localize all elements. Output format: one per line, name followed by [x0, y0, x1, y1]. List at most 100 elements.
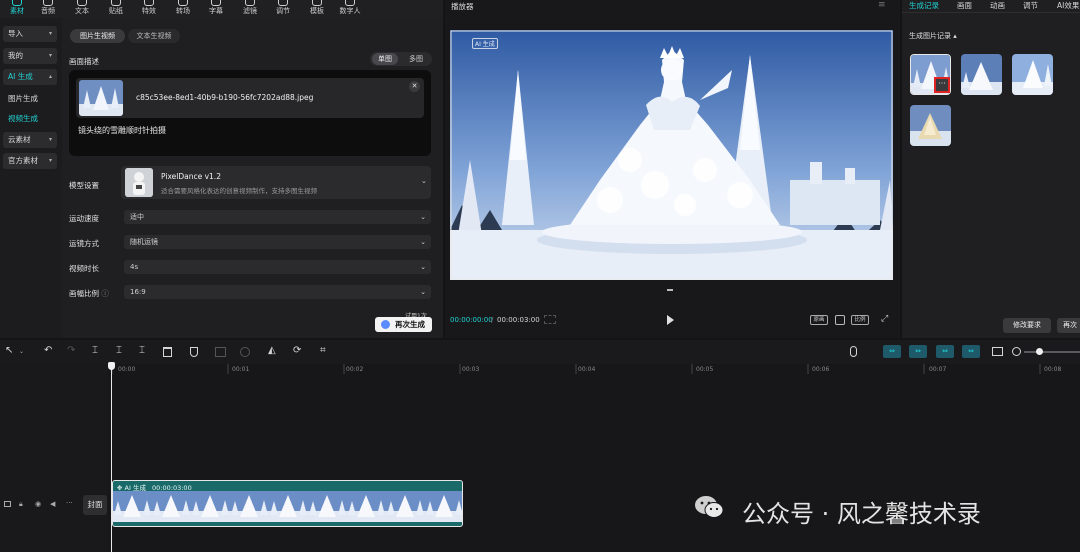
ratio-select[interactable]: 16:9 ⌄ [124, 285, 431, 299]
info-icon: ⓘ [101, 289, 109, 298]
tab-audio[interactable]: 音频 [31, 0, 65, 18]
speed-select[interactable]: 适中 ⌄ [124, 210, 431, 224]
eye-icon[interactable]: ◉ [35, 500, 41, 508]
nav-image-generate[interactable]: 图片生成 [3, 91, 57, 107]
video-generator-panel: 图片生视频 文本生视频 画面描述 单图 多图 c85c53ee-8ed1-40b… [62, 18, 443, 338]
preview-axis-icon[interactable]: ⇔ [962, 345, 980, 358]
tab-template[interactable]: 模板 [300, 0, 334, 18]
camera-select[interactable]: 随机运镜 ⌄ [124, 235, 431, 249]
ai-spark-icon [381, 320, 390, 329]
ruler-ticks [112, 364, 1041, 374]
timecode-grid-icon[interactable] [544, 315, 556, 324]
more-icon[interactable]: ··· [66, 499, 73, 507]
delete-icon[interactable] [163, 347, 172, 357]
model-select[interactable]: PixelDance v1.2 适合需要风格化表达的创意视频制作，支持多图生视频… [121, 166, 431, 199]
tab-filter[interactable]: 滤镜 [233, 0, 267, 18]
chevron-down-icon: ▾ [48, 30, 52, 37]
main-track-magnet-icon[interactable]: ⇔ [883, 345, 901, 358]
tab-ai-effects[interactable]: AI效果 [1057, 0, 1079, 11]
tab-text-to-video[interactable]: 文本生视频 [128, 29, 180, 43]
scrub-handle[interactable] [667, 289, 673, 291]
tab-effects[interactable]: 特效 [132, 0, 166, 18]
single-image-toggle[interactable]: 单图 [372, 53, 398, 65]
video-clip[interactable]: ✥ AI 生成 00:00:03:00 [112, 480, 463, 527]
time-ruler[interactable]: 00:00 00:01 00:02 00:03 00:04 00:05 00:0… [112, 364, 1080, 376]
chevron-down-icon[interactable]: ⌄ [19, 348, 24, 355]
redo-icon[interactable]: ↷ [67, 345, 75, 356]
nav-mine[interactable]: 我的 ▾ [3, 48, 57, 64]
play-icon[interactable] [667, 315, 674, 325]
tab-subtitle[interactable]: 字幕 [199, 0, 233, 18]
chevron-down-icon: ⌄ [421, 177, 427, 185]
microphone-icon[interactable] [850, 346, 857, 357]
nav-cloud-media[interactable]: 云素材 ▾ [3, 132, 57, 148]
nav-ai-generate[interactable]: AI 生成 ▴ [3, 69, 57, 85]
screenshot-icon[interactable] [835, 315, 845, 325]
track-header-column [0, 364, 108, 552]
reverse-icon[interactable] [240, 347, 250, 357]
prompt-box[interactable]: c85c53ee-8ed1-40b9-b190-56fc7202ad88.jpe… [69, 70, 431, 156]
zoom-slider[interactable] [1024, 351, 1080, 353]
split-left-icon[interactable]: ⌶ [116, 345, 122, 356]
menu-icon[interactable]: ≡ [878, 0, 886, 10]
clip-filmstrip [113, 491, 462, 522]
preview-canvas[interactable]: AI 生成 [450, 30, 893, 280]
linkage-icon[interactable]: ⇔ [936, 345, 954, 358]
regenerate-button[interactable]: 再次生成 [375, 317, 432, 332]
modify-request-button[interactable]: 修改要求 [1003, 318, 1051, 333]
regenerate-right-button[interactable]: 再次 [1057, 318, 1080, 333]
tab-frame[interactable]: 画面 [957, 0, 972, 11]
tab-digital-human[interactable]: 数字人 [333, 0, 367, 18]
mark-icon[interactable] [190, 347, 198, 357]
volume-icon[interactable]: ◀ [50, 500, 55, 508]
tab-adjust[interactable]: 调节 [266, 0, 300, 18]
original-quality-button[interactable]: 原画 [810, 315, 828, 325]
freeze-frame-icon[interactable] [215, 347, 226, 357]
cover-button[interactable]: 封面 [83, 495, 107, 515]
rotate-icon[interactable]: ⟳ [293, 345, 301, 356]
history-thumbnail-4[interactable] [910, 105, 951, 146]
history-thumbnail-3[interactable] [1012, 54, 1053, 95]
zoom-out-icon[interactable] [1012, 347, 1021, 356]
split-icon[interactable]: ⌶ [92, 345, 98, 356]
history-thumbnail-2[interactable] [961, 54, 1002, 95]
playhead[interactable] [111, 364, 112, 552]
tab-generation-history[interactable]: 生成记录 [909, 0, 939, 11]
uploaded-file-card: c85c53ee-8ed1-40b9-b190-56fc7202ad88.jpe… [76, 78, 424, 118]
tab-image-to-video[interactable]: 图片生视频 [70, 29, 125, 43]
close-icon[interactable]: ✕ [409, 81, 420, 92]
nav-official-media[interactable]: 官方素材 ▾ [3, 153, 57, 169]
uploaded-image-thumbnail [79, 80, 123, 116]
left-nav: 导入 ▾ 我的 ▾ AI 生成 ▴ 图片生成 视频生成 云素材 ▾ 官方素材 ▾ [0, 18, 62, 338]
tab-text[interactable]: 文本 [65, 0, 99, 18]
chevron-down-icon: ▾ [48, 52, 52, 59]
tab-transition[interactable]: 转场 [166, 0, 200, 18]
right-panel: 生成记录 画面 动画 调节 AI效果 生成图片记录 ▴ ··· 修改要求 再次 [902, 0, 1080, 338]
select-cursor-icon[interactable]: ↖ [5, 345, 13, 356]
ai-watermark-badge: AI 生成 [472, 38, 498, 49]
nav-video-generate[interactable]: 视频生成 [3, 111, 57, 127]
mode-toggle: 单图 多图 [370, 52, 432, 66]
mirror-icon[interactable]: ◭ [268, 345, 276, 356]
auto-snap-icon[interactable]: ⇔ [909, 345, 927, 358]
uploaded-filename: c85c53ee-8ed1-40b9-b190-56fc7202ad88.jpe… [136, 93, 314, 102]
multi-image-toggle[interactable]: 多图 [402, 53, 430, 65]
tab-sticker[interactable]: 贴纸 [99, 0, 133, 18]
track-cover-icon[interactable] [4, 501, 11, 507]
zoom-slider-handle[interactable] [1036, 348, 1043, 355]
fullscreen-icon[interactable]: ⤢ [881, 314, 888, 324]
lock-icon[interactable]: 🔒︎ [19, 500, 23, 509]
duration-select[interactable]: 4s ⌄ [124, 260, 431, 274]
ratio-button[interactable]: 比例 [851, 315, 869, 325]
timeline-preview-icon[interactable] [992, 347, 1003, 356]
more-options-button[interactable]: ··· [934, 77, 950, 93]
crop-icon[interactable]: ⌗ [320, 345, 326, 356]
model-description: 适合需要风格化表达的创意视频制作，支持多图生视频 [161, 187, 317, 195]
nav-import[interactable]: 导入 ▾ [3, 26, 57, 42]
tab-animation[interactable]: 动画 [990, 0, 1005, 11]
tab-adjust-right[interactable]: 调节 [1023, 0, 1038, 11]
playhead-handle[interactable] [108, 362, 115, 370]
tab-media[interactable]: 素材 [0, 0, 34, 18]
undo-icon[interactable]: ↶ [44, 345, 52, 356]
split-right-icon[interactable]: ⌶ [139, 345, 145, 356]
